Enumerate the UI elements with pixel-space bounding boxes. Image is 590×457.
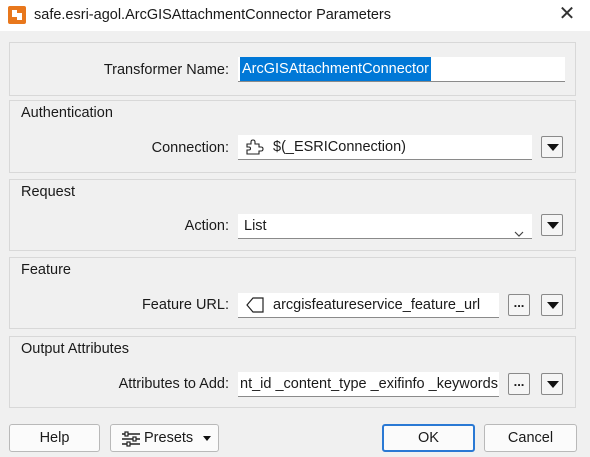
attributes-to-add-field[interactable]: nt_id _content_type _exifinfo _keywords <box>238 372 499 397</box>
feature-url-menu-button[interactable] <box>541 294 563 316</box>
presets-label: Presets <box>144 430 194 446</box>
authentication-title: Authentication <box>21 105 113 121</box>
sliders-icon <box>121 430 141 456</box>
chevron-down-icon <box>547 302 559 309</box>
feature-url-field[interactable]: arcgisfeatureservice_feature_url <box>238 293 499 318</box>
ok-button[interactable]: OK <box>382 424 475 452</box>
dialog-body: Transformer Name: ArcGISAttachmentConnec… <box>0 31 590 457</box>
action-value: List <box>244 218 267 234</box>
authentication-group: Authentication Connection: $(_ESRIConnec… <box>9 100 576 173</box>
connection-label: Connection: <box>151 140 229 156</box>
dropdown-arrow-icon <box>203 436 211 441</box>
chevron-down-icon <box>547 381 559 388</box>
fme-app-icon <box>8 6 26 24</box>
window-title: safe.esri-agol.ArcGISAttachmentConnector… <box>34 7 392 23</box>
feature-url-ellipsis-button[interactable]: ... <box>508 294 530 316</box>
attributes-to-add-label: Attributes to Add: <box>118 376 229 392</box>
action-label: Action: <box>184 218 229 234</box>
attribute-value-icon <box>245 296 265 317</box>
chevron-down-icon <box>547 144 559 151</box>
attributes-to-add-value: nt_id _content_type _exifinfo _keywords <box>240 376 498 392</box>
close-icon[interactable]: ✕ <box>556 3 578 25</box>
transformer-name-group: Transformer Name: ArcGISAttachmentConnec… <box>9 42 576 96</box>
feature-url-label: Feature URL: <box>141 297 229 313</box>
feature-group: Feature Feature URL: arcgisfeatureservic… <box>9 257 576 329</box>
attributes-menu-button[interactable] <box>541 373 563 395</box>
action-menu-button[interactable] <box>541 214 563 236</box>
connection-field[interactable]: $(_ESRIConnection) <box>238 135 532 160</box>
transformer-name-input[interactable]: ArcGISAttachmentConnector <box>238 57 565 82</box>
feature-url-value: arcgisfeatureservice_feature_url <box>273 297 481 313</box>
output-attributes-group: Output Attributes Attributes to Add: nt_… <box>9 336 576 408</box>
request-group: Request Action: List <box>9 179 576 251</box>
request-title: Request <box>21 184 76 200</box>
output-attributes-title: Output Attributes <box>21 341 130 357</box>
help-button[interactable]: Help <box>9 424 100 452</box>
attributes-ellipsis-button[interactable]: ... <box>508 373 530 395</box>
cancel-button[interactable]: Cancel <box>484 424 577 452</box>
transformer-name-value: ArcGISAttachmentConnector <box>240 57 431 81</box>
feature-title: Feature <box>21 262 71 278</box>
chevron-down-icon <box>547 222 559 229</box>
transformer-name-label: Transformer Name: <box>103 62 229 78</box>
action-select[interactable]: List <box>238 214 532 239</box>
title-bar: safe.esri-agol.ArcGISAttachmentConnector… <box>0 0 590 31</box>
puzzle-icon <box>244 138 264 159</box>
connection-value: $(_ESRIConnection) <box>273 139 406 155</box>
connection-menu-button[interactable] <box>541 136 563 158</box>
chevron-down-icon <box>514 222 524 238</box>
presets-button[interactable]: Presets <box>110 424 219 452</box>
